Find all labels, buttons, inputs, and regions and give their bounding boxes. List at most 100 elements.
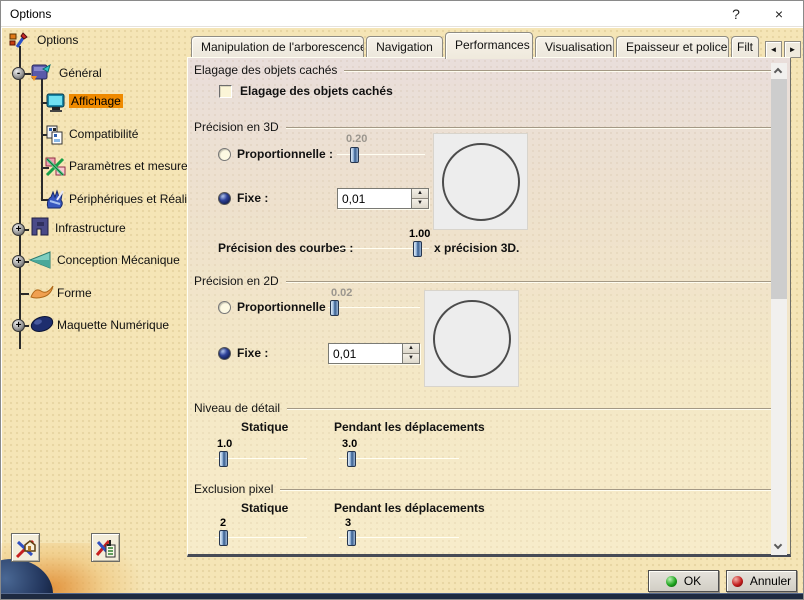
close-button[interactable]: × [764, 4, 794, 24]
pixel-static-value: 2 [220, 517, 227, 529]
tree-item-maquette[interactable]: Maquette Numérique [57, 318, 169, 332]
tab-epaisseur[interactable]: Epaisseur et police [616, 36, 729, 58]
section-rule [285, 127, 784, 129]
tab-visualisation[interactable]: Visualisation [535, 36, 614, 58]
slider-thumb[interactable] [350, 147, 359, 163]
slider-pixel-moving[interactable] [339, 530, 459, 546]
slider-curves-precision[interactable] [339, 241, 429, 257]
radio-fixe-3d-label: Fixe : [237, 191, 269, 205]
affichage-icon [46, 93, 65, 112]
cancel-button-label: Annuler [749, 574, 792, 588]
infrastructure-icon [31, 217, 49, 236]
slider-track [339, 458, 459, 459]
section-rule [287, 408, 784, 410]
lod-moving-label: Pendant les déplacements [334, 420, 485, 434]
spin-down-icon[interactable]: ▼ [403, 354, 419, 363]
radio-fixe-3d[interactable] [218, 192, 231, 205]
tab-performances[interactable]: Performances [445, 32, 533, 59]
slider-lod-static[interactable] [215, 451, 307, 467]
tree-item-peripheriques[interactable]: Périphériques et Réalité [69, 192, 187, 206]
ok-button[interactable]: OK [648, 570, 719, 592]
forme-icon [30, 285, 54, 299]
slider-track [339, 537, 459, 538]
tree-item-forme[interactable]: Forme [57, 286, 92, 300]
radio-fixe-2d[interactable] [218, 347, 231, 360]
tree-item-parametres[interactable]: Paramètres et mesure [69, 159, 187, 173]
spin-up-icon[interactable]: ▲ [403, 344, 419, 354]
reset-tab-button[interactable] [91, 533, 120, 562]
slider-proportional-3d[interactable] [337, 147, 425, 163]
expander-infrastructure[interactable]: + [12, 223, 25, 236]
cancel-red-sphere-icon [731, 575, 743, 587]
scrollbar-thumb[interactable] [771, 79, 787, 299]
options-root-icon [9, 32, 28, 48]
expander-conception[interactable]: + [12, 255, 25, 268]
slider-pixel-static[interactable] [215, 530, 307, 546]
reset-defaults-button[interactable] [11, 533, 40, 562]
elagage-checkbox-label: Elagage des objets cachés [240, 84, 393, 98]
section-rule [285, 281, 784, 283]
slider-track [328, 307, 420, 308]
spin-buttons: ▲ ▼ [411, 189, 428, 208]
tab-manipulation[interactable]: Manipulation de l'arborescence [191, 36, 364, 58]
elagage-checkbox[interactable] [219, 85, 232, 98]
expander-maquette[interactable]: + [12, 319, 25, 332]
radio-proportionnelle-2d-label: Proportionnelle : [237, 300, 333, 314]
lod-static-value: 1.0 [217, 438, 233, 450]
fixe-3d-input[interactable] [338, 189, 411, 208]
options-dialog: Options ? × Options - Général Affichage … [0, 0, 804, 600]
tab-scroll-right-icon[interactable]: ► [784, 41, 801, 58]
slider-thumb[interactable] [413, 241, 422, 257]
slider-thumb[interactable] [219, 451, 228, 467]
slider-proportional-2d[interactable] [328, 300, 420, 316]
slider-lod-moving[interactable] [339, 451, 459, 467]
ok-green-sphere-icon [665, 575, 677, 587]
reset-document-icon [95, 539, 115, 557]
lod-static-label: Statique [241, 420, 289, 434]
parametres-icon [45, 157, 66, 177]
tree-item-infrastructure[interactable]: Infrastructure [55, 221, 126, 235]
section-elagage: Elagage des objets cachés [194, 63, 784, 77]
help-button[interactable]: ? [721, 4, 751, 24]
radio-proportionnelle-3d-label: Proportionnelle : [237, 147, 333, 161]
section-niveau-detail: Niveau de détail [194, 401, 784, 415]
tree-item-affichage[interactable]: Affichage [69, 94, 123, 108]
slider-value-proportional-3d: 0.20 [346, 133, 368, 145]
tree-trunk-line [19, 46, 21, 349]
cancel-button[interactable]: Annuler [726, 570, 797, 592]
section-title: Elagage des objets cachés [194, 63, 338, 77]
tree-item-general[interactable]: Général [59, 66, 102, 80]
slider-thumb[interactable] [219, 530, 228, 546]
scroll-down-button[interactable] [771, 539, 787, 555]
chevron-up-icon [773, 67, 783, 77]
slider-track [215, 458, 307, 459]
curves-suffix-label: x précision 3D. [434, 241, 520, 255]
vertical-scrollbar[interactable] [771, 63, 787, 555]
preview-circle-2d [432, 299, 511, 378]
reset-home-icon [15, 539, 36, 558]
tree-subtrunk-line [41, 76, 43, 201]
tab-scroll-left-icon[interactable]: ◄ [765, 41, 782, 58]
radio-proportionnelle-3d[interactable] [218, 148, 231, 161]
section-rule [344, 70, 784, 72]
expander-general[interactable]: - [12, 67, 25, 80]
fixe-2d-input[interactable] [329, 344, 402, 363]
spin-down-icon[interactable]: ▼ [412, 199, 428, 208]
spin-buttons: ▲ ▼ [402, 344, 419, 363]
curves-precision-label: Précision des courbes : [218, 241, 354, 255]
tree-item-compatibilite[interactable]: Compatibilité [69, 127, 138, 141]
section-precision-3d: Précision en 3D [194, 120, 784, 134]
tree-item-conception[interactable]: Conception Mécanique [57, 253, 180, 267]
slider-thumb[interactable] [347, 530, 356, 546]
spin-up-icon[interactable]: ▲ [412, 189, 428, 199]
tree-item-options[interactable]: Options [37, 33, 78, 47]
preview-3d [434, 134, 527, 229]
slider-thumb[interactable] [330, 300, 339, 316]
peripheriques-icon [46, 189, 64, 209]
radio-proportionnelle-2d[interactable] [218, 301, 231, 314]
tab-navigation[interactable]: Navigation [366, 36, 443, 58]
slider-value-proportional-2d: 0.02 [331, 287, 353, 299]
slider-thumb[interactable] [347, 451, 356, 467]
scroll-up-button[interactable] [771, 63, 787, 79]
tab-filtres-clipped[interactable]: Filt [731, 36, 759, 58]
